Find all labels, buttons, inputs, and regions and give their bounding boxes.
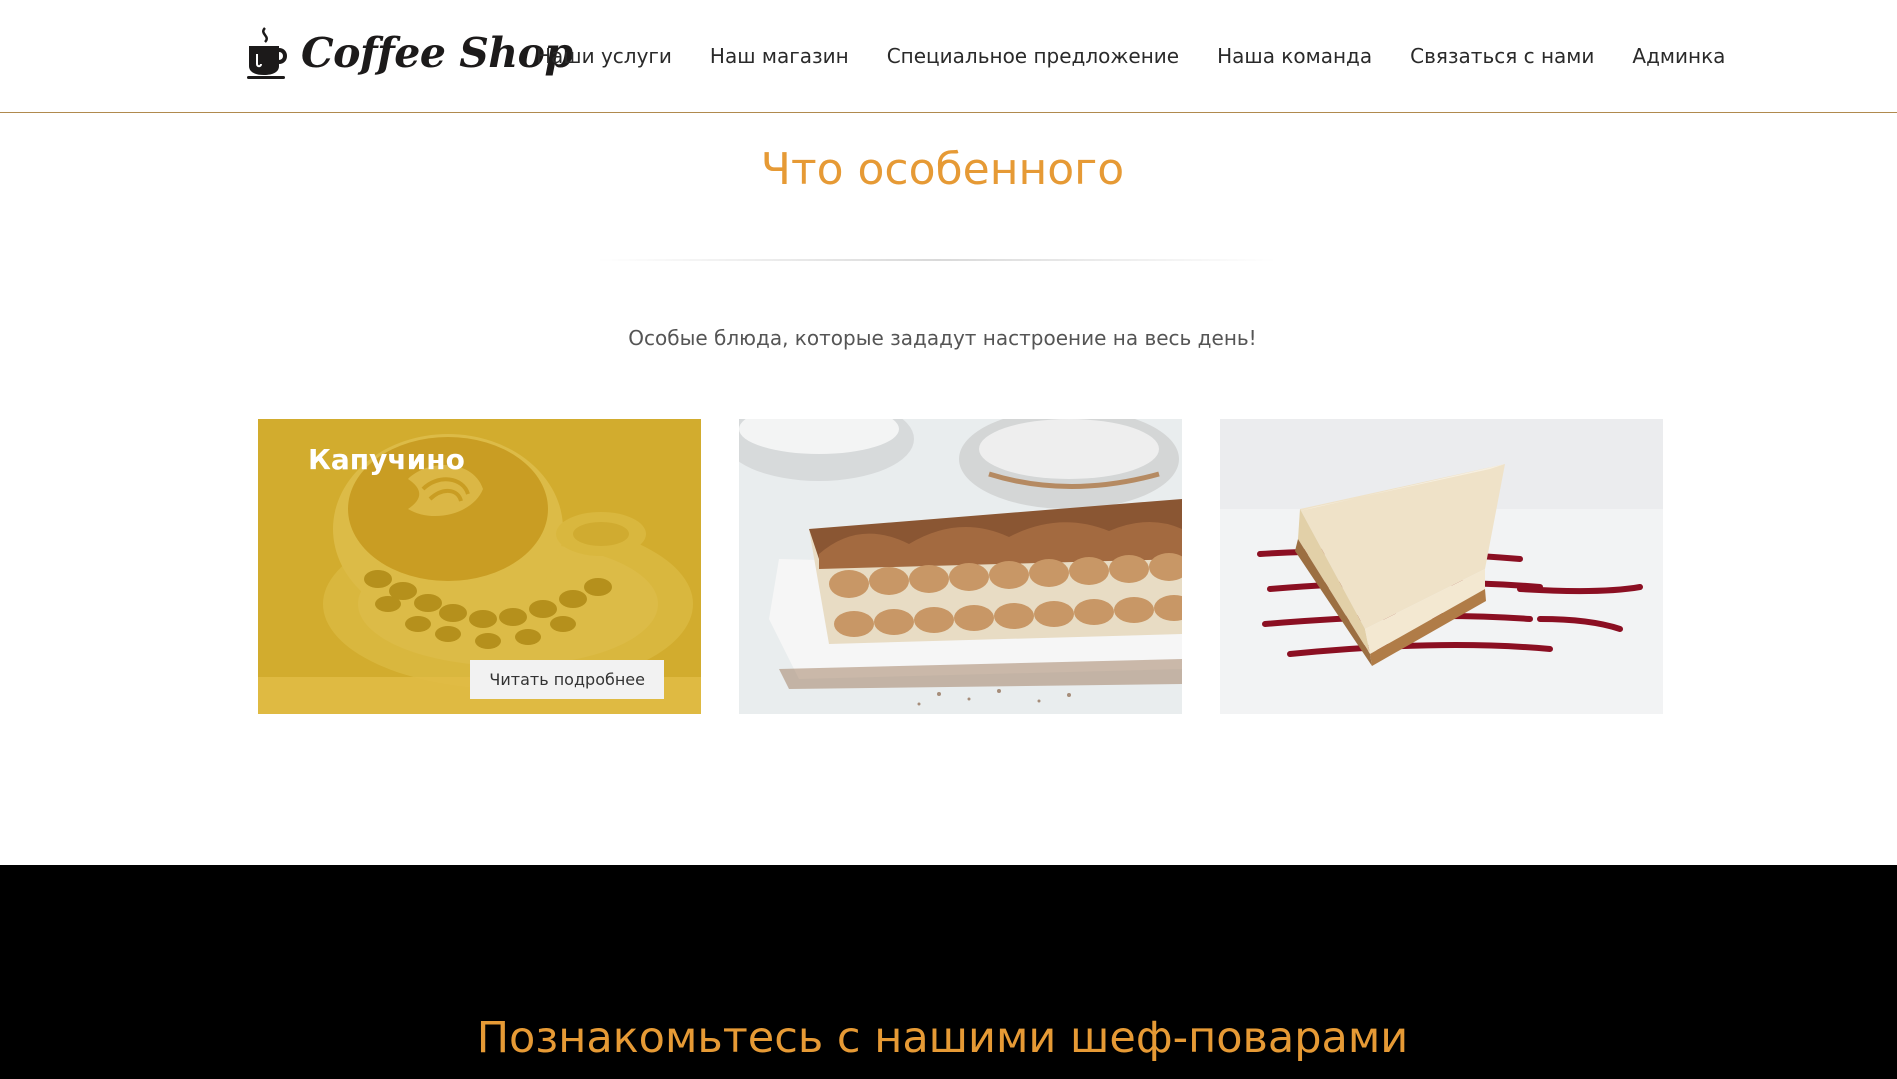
special-card-tiramisu[interactable]	[739, 419, 1182, 714]
nav-item-admin[interactable]: Админка	[1632, 44, 1725, 68]
read-more-button[interactable]: Читать подробнее	[470, 660, 664, 699]
card-title: Капучино	[308, 443, 465, 476]
site-header: Coffee Shop Наши услуги Наш магазин Спец…	[0, 0, 1897, 113]
nav-item-team[interactable]: Наша команда	[1217, 44, 1372, 68]
section-divider	[597, 259, 1277, 261]
section-title: Что особенного	[760, 144, 1125, 195]
nav-item-services[interactable]: Наши услуги	[536, 44, 672, 68]
nav-item-contact[interactable]: Связаться с нами	[1410, 44, 1594, 68]
nav-item-special[interactable]: Специальное предложение	[887, 44, 1179, 68]
main-nav: Наши услуги Наш магазин Специальное пред…	[536, 0, 1763, 112]
cheesecake-photo	[1220, 419, 1663, 714]
special-card-cappuccino[interactable]: Капучино Читать подробнее	[258, 419, 701, 714]
site-logo[interactable]: Coffee Shop	[245, 22, 573, 84]
chefs-title: Познакомьтесь с нашими шеф-поварами	[476, 1013, 1409, 1063]
chefs-section: Познакомьтесь с нашими шеф-поварами	[0, 865, 1897, 1079]
nav-item-shop[interactable]: Наш магазин	[710, 44, 849, 68]
section-subtitle: Особые блюда, которые зададут настроение…	[628, 326, 1257, 350]
logo-text: Coffee Shop	[301, 29, 573, 77]
special-card-cheesecake[interactable]	[1220, 419, 1663, 714]
tiramisu-photo	[739, 419, 1182, 714]
coffee-cup-icon	[245, 26, 289, 80]
